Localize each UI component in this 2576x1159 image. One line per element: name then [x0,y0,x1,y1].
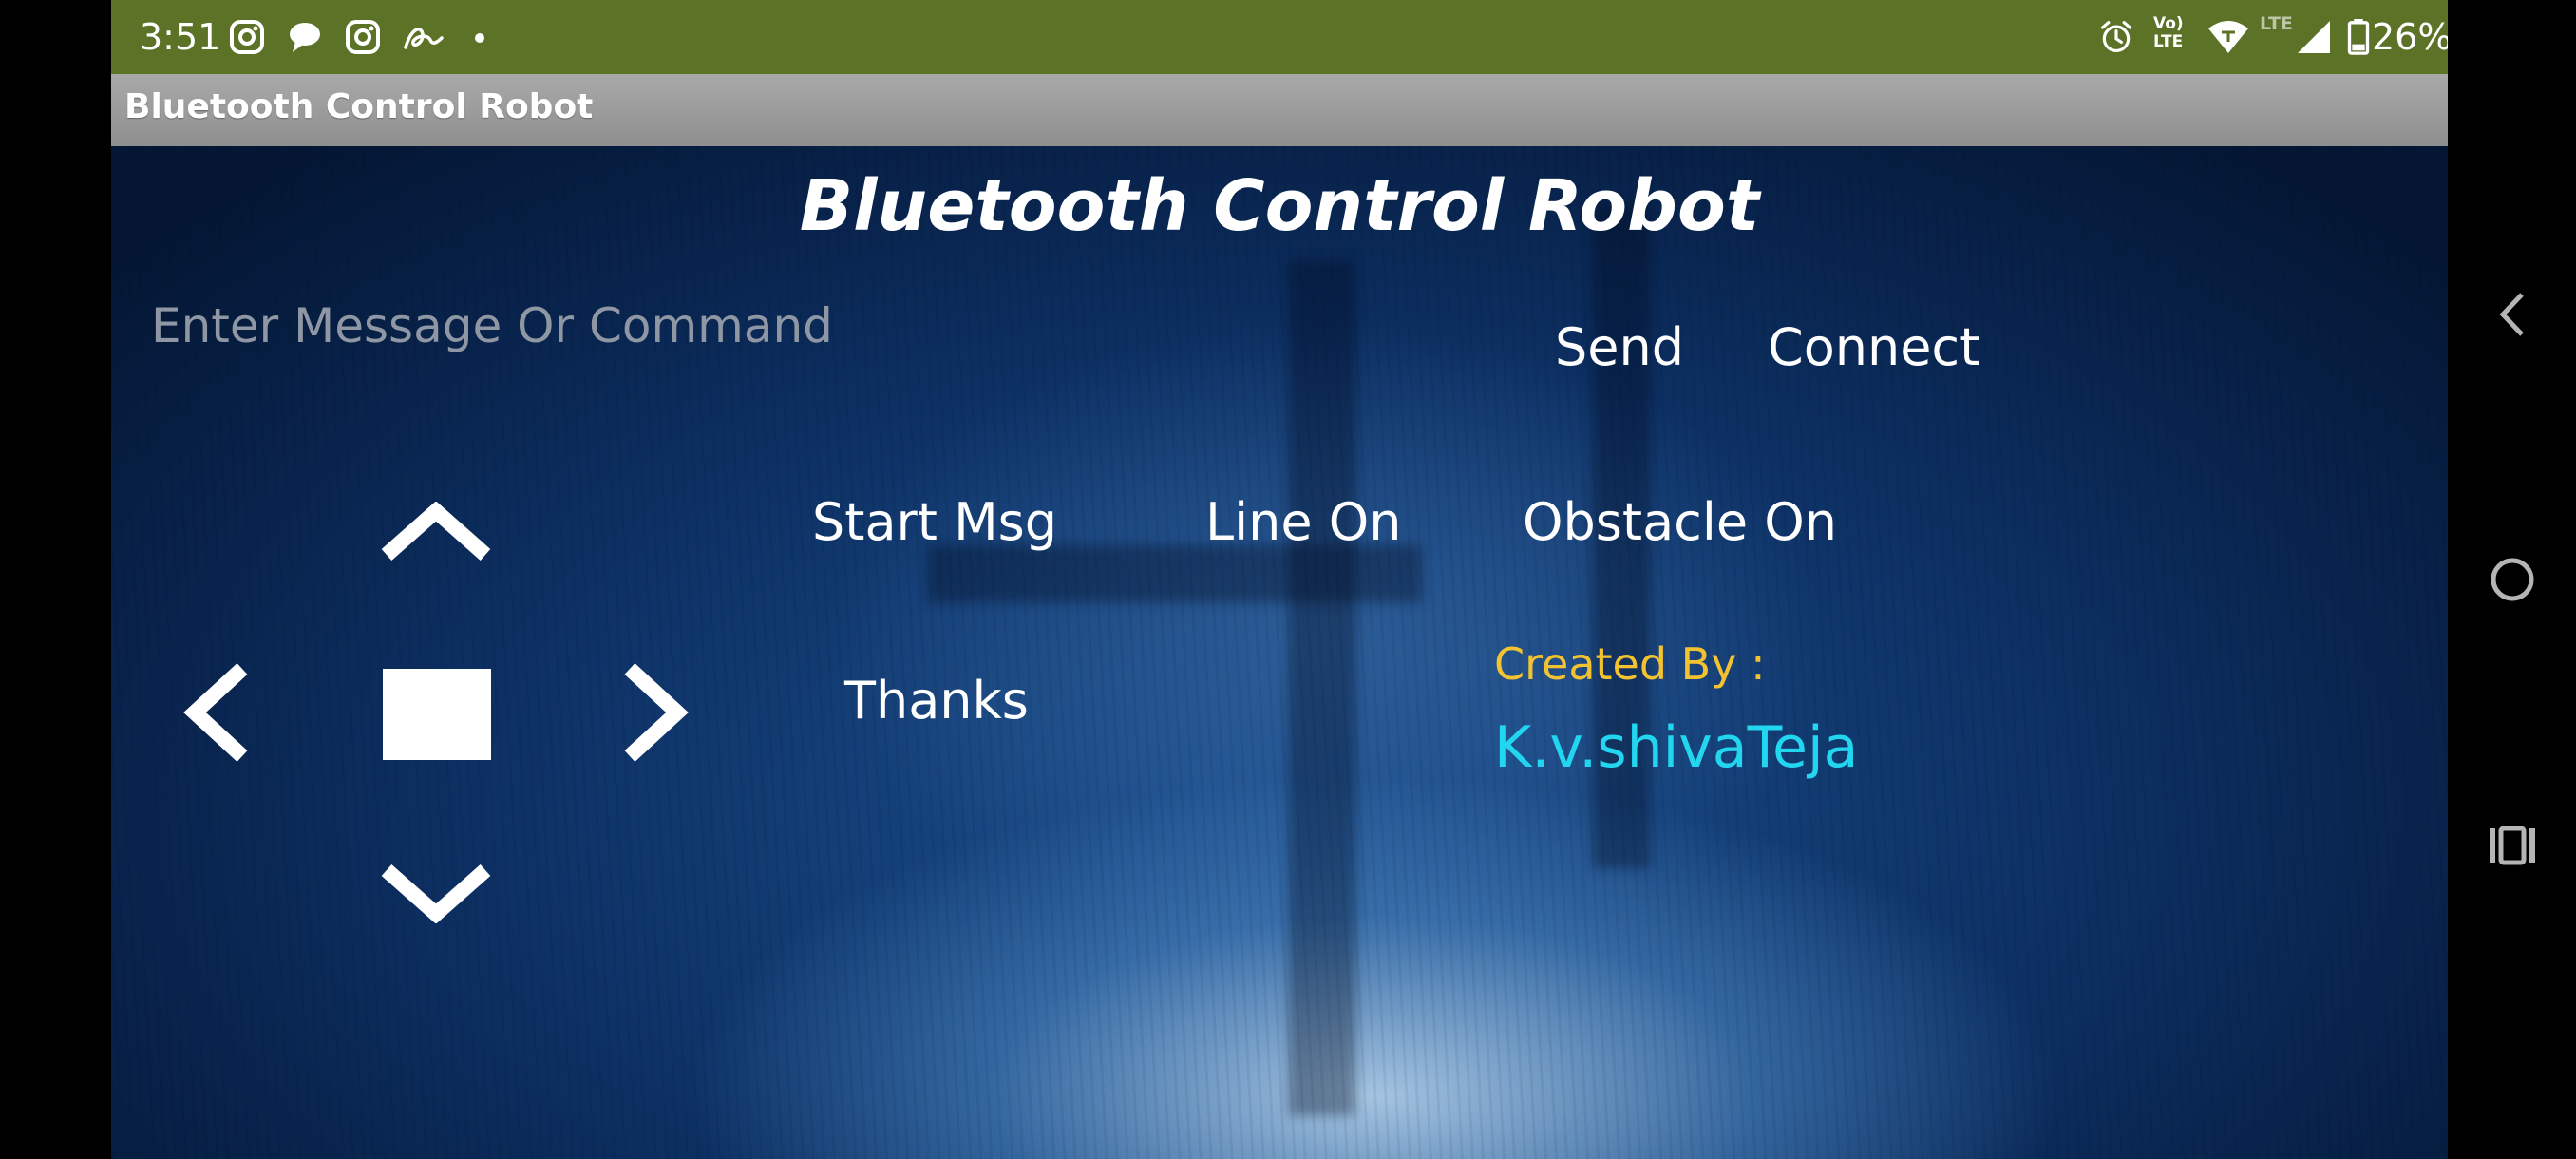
message-input[interactable] [149,287,1008,365]
back-icon[interactable] [2493,291,2531,338]
page-title: Bluetooth Control Robot [799,165,1760,247]
obstacle-on-button[interactable]: Obstacle On [1523,492,1837,552]
thanks-button[interactable]: Thanks [844,671,1029,731]
main-content: Bluetooth Control Robot Send Connect Sta… [111,146,2448,1159]
recents-icon[interactable] [2488,825,2537,866]
instagram-icon [230,20,264,54]
right-arrow-button[interactable] [620,663,691,762]
connect-button[interactable]: Connect [1768,317,1979,377]
instagram-icon [346,20,380,54]
line-on-button[interactable]: Line On [1205,492,1401,552]
down-arrow-icon [381,864,491,924]
left-arrow-button[interactable] [181,663,252,762]
created-by-label: Created By : [1494,638,1766,690]
stop-square-icon [383,669,491,760]
system-nav-bar [2448,0,2576,1159]
title-bar: Bluetooth Control Robot [111,74,2448,146]
down-arrow-button[interactable] [381,861,491,924]
stop-button[interactable] [383,669,491,760]
battery-icon [2347,19,2370,55]
app-screen: 3:51 Vo) LTE LTE 26% Bluetooth Control R… [111,0,2448,1159]
background-texture [928,545,1422,602]
status-bar: 3:51 Vo) LTE LTE 26% [111,0,2448,74]
up-arrow-button[interactable] [381,501,491,564]
alarm-icon [2100,21,2132,53]
author-name: K.v.shivaTeja [1494,714,1859,781]
volte-icon: Vo) LTE [2153,14,2184,51]
start-msg-button[interactable]: Start Msg [812,492,1057,552]
background-texture [1289,260,1355,1115]
right-arrow-icon [624,663,689,762]
wifi-icon [2208,21,2248,53]
dot-icon [475,33,484,43]
home-icon[interactable] [2490,557,2535,602]
left-arrow-icon [183,663,248,762]
battery-percent: 26% [2372,16,2448,58]
signature-icon [404,28,444,49]
title-bar-label: Bluetooth Control Robot [124,87,594,126]
signal-icon [2298,21,2330,53]
send-button[interactable]: Send [1555,317,1684,377]
chat-bubble-icon [290,23,320,52]
up-arrow-icon [381,501,491,560]
status-time: 3:51 [140,16,221,58]
